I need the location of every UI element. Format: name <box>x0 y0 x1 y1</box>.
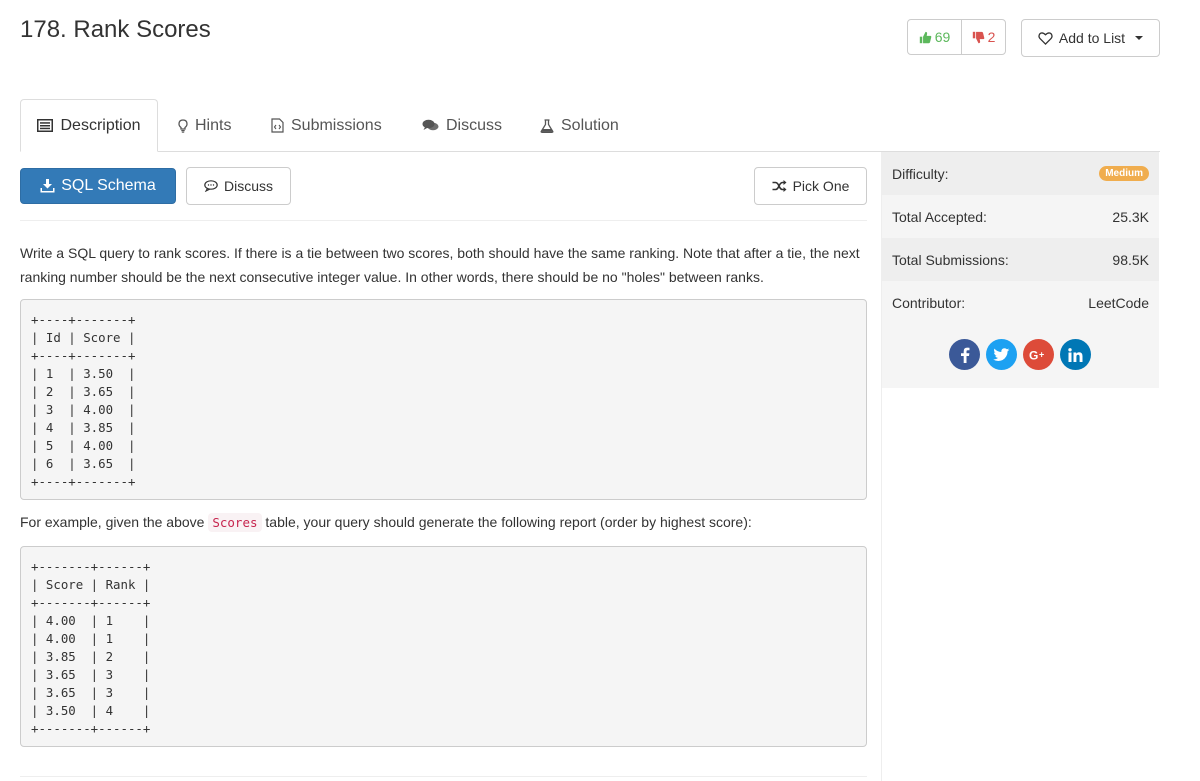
pick-one-label: Pick One <box>792 178 850 194</box>
result-table-example: +-------+------+ | Score | Rank | +-----… <box>20 546 867 747</box>
submissions-label: Total Submissions: <box>892 251 1009 268</box>
add-to-list-button[interactable]: Add to List <box>1021 19 1160 57</box>
vote-group: 69 2 <box>907 19 1006 55</box>
sql-schema-button[interactable]: SQL Schema <box>20 168 176 204</box>
contributor-label: Contributor: <box>892 294 966 311</box>
difficulty-badge: Medium <box>1099 166 1149 181</box>
tab-hints[interactable]: Hints <box>178 99 231 152</box>
thumbs-down-icon <box>972 31 984 43</box>
tab-solution[interactable]: Solution <box>540 99 619 152</box>
description-icon <box>37 119 54 132</box>
code-file-icon <box>271 118 284 133</box>
thumbs-up-icon <box>919 31 931 43</box>
example-suffix: table, your query should generate the fo… <box>265 514 752 530</box>
social-share: G + <box>949 339 1091 370</box>
svg-text:G: G <box>1029 349 1038 361</box>
add-to-list-label: Add to List <box>1058 30 1126 46</box>
contributor-value: LeetCode <box>1088 294 1149 311</box>
discuss-button-label: Discuss <box>223 178 273 194</box>
tab-submissions-label: Submissions <box>291 116 382 134</box>
tab-submissions[interactable]: Submissions <box>271 99 382 152</box>
page-title: 178. Rank Scores <box>20 16 211 43</box>
google-plus-icon[interactable]: G + <box>1023 339 1054 370</box>
shuffle-icon <box>772 180 787 192</box>
tab-description-label: Description <box>60 116 141 134</box>
divider <box>20 220 867 221</box>
sql-schema-label: SQL Schema <box>61 177 156 194</box>
twitter-icon[interactable] <box>986 339 1017 370</box>
upvote-count: 69 <box>934 29 951 45</box>
difficulty-label: Difficulty: <box>892 165 949 182</box>
example-sentence: For example, given the above Scores tabl… <box>20 510 870 535</box>
divider-bottom <box>20 776 867 777</box>
tab-solution-label: Solution <box>561 116 619 134</box>
accepted-label: Total Accepted: <box>892 208 987 225</box>
heart-icon <box>1038 32 1053 45</box>
problem-description: Write a SQL query to rank scores. If the… <box>20 245 860 285</box>
accepted-value: 25.3K <box>1112 208 1149 225</box>
tab-discuss[interactable]: Discuss <box>422 99 502 152</box>
inline-code-scores: Scores <box>208 513 262 532</box>
example-prefix: For example, given the above <box>20 514 205 530</box>
difficulty-row: Difficulty: Medium <box>882 152 1159 195</box>
tab-bar: Description Hints Submissions Discuss So… <box>20 99 1160 152</box>
comments-icon <box>422 119 439 131</box>
submissions-value: 98.5K <box>1112 251 1149 268</box>
linkedin-icon[interactable] <box>1060 339 1091 370</box>
submissions-row: Total Submissions: 98.5K <box>882 238 1159 281</box>
downvote-button[interactable]: 2 <box>962 20 1005 54</box>
discuss-button[interactable]: Discuss <box>186 167 291 205</box>
facebook-icon[interactable] <box>949 339 980 370</box>
contributor-row: Contributor: LeetCode <box>882 281 1159 324</box>
downvote-count: 2 <box>987 29 996 45</box>
tab-description[interactable]: Description <box>20 99 158 152</box>
caret-down-icon <box>1135 36 1144 40</box>
tab-discuss-label: Discuss <box>446 116 503 134</box>
flask-icon <box>540 118 554 133</box>
scores-table-example: +----+-------+ | Id | Score | +----+----… <box>20 299 867 500</box>
svg-text:+: + <box>1039 349 1044 359</box>
lightbulb-icon <box>178 118 188 133</box>
tab-hints-label: Hints <box>195 116 232 134</box>
download-icon <box>40 179 55 193</box>
accepted-row: Total Accepted: 25.3K <box>882 195 1159 238</box>
upvote-button[interactable]: 69 <box>908 20 962 54</box>
comment-icon <box>204 180 218 192</box>
pick-one-button[interactable]: Pick One <box>754 167 867 205</box>
